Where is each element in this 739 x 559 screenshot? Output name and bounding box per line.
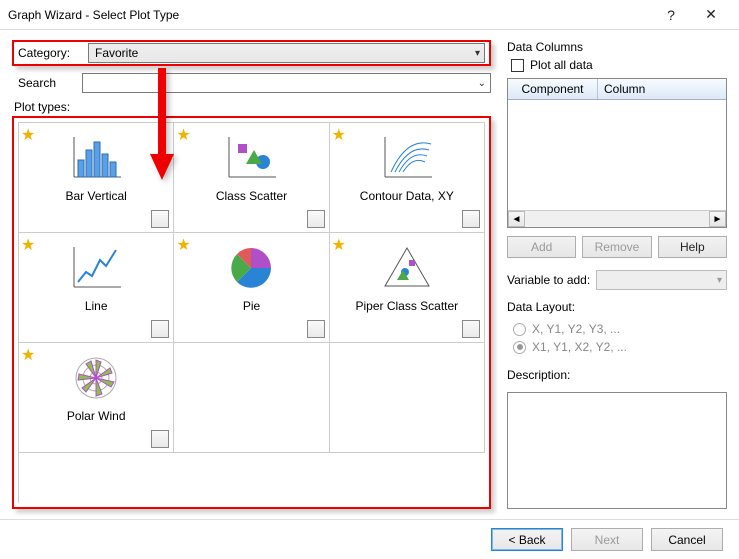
- right-column: Data Columns Plot all data Component Col…: [507, 40, 727, 509]
- plot-label: Piper Class Scatter: [355, 299, 458, 313]
- description-label: Description:: [507, 368, 727, 382]
- favorite-star-icon: ★: [21, 235, 35, 255]
- favorite-star-icon: ★: [176, 235, 190, 255]
- cancel-button[interactable]: Cancel: [651, 528, 723, 551]
- left-column: Category: Favorite ▾ Search ⌄ Plot types…: [12, 40, 491, 509]
- variable-to-add-row: Variable to add: ▾: [507, 270, 727, 290]
- category-value: Favorite: [95, 46, 138, 60]
- search-input[interactable]: ⌄: [82, 73, 491, 93]
- favorite-star-icon: ★: [332, 125, 346, 145]
- plot-select-checkbox[interactable]: [307, 320, 325, 338]
- plot-label: Class Scatter: [216, 189, 287, 203]
- plot-tile-class-scatter[interactable]: ★ Class Scatter: [174, 123, 329, 233]
- radio-y-series-label: X, Y1, Y2, Y3, ...: [532, 322, 620, 336]
- category-row-highlight: Category: Favorite ▾: [12, 40, 491, 66]
- radio-row-2[interactable]: X1, Y1, X2, Y2, ...: [507, 340, 727, 354]
- table-button-row: Add Remove Help: [507, 236, 727, 258]
- contour-icon: [372, 129, 442, 185]
- plot-label: Line: [85, 299, 108, 313]
- plot-tile-piper-class-scatter[interactable]: ★ Piper Class Scatter: [330, 233, 485, 343]
- plot-tile-empty: [174, 343, 329, 453]
- description-textarea[interactable]: [507, 392, 727, 509]
- variable-to-add-label: Variable to add:: [507, 273, 590, 287]
- plot-label: Bar Vertical: [65, 189, 126, 203]
- plot-tile-polar-wind[interactable]: ★ Polar Wind: [19, 343, 174, 453]
- search-row: Search ⌄: [12, 72, 491, 94]
- favorite-star-icon: ★: [21, 125, 35, 145]
- plot-select-checkbox[interactable]: [307, 210, 325, 228]
- line-chart-icon: [61, 239, 131, 295]
- favorite-star-icon: ★: [332, 235, 346, 255]
- search-label: Search: [12, 76, 82, 90]
- favorite-star-icon: ★: [176, 125, 190, 145]
- radio-row-1[interactable]: X, Y1, Y2, Y3, ...: [507, 322, 727, 336]
- table-header: Component Column: [508, 79, 726, 100]
- scroll-left-icon[interactable]: ◄: [508, 211, 525, 227]
- horizontal-scrollbar[interactable]: ◄ ►: [508, 210, 726, 227]
- plot-select-checkbox[interactable]: [151, 210, 169, 228]
- chevron-down-icon: ▾: [717, 275, 722, 286]
- scroll-right-icon[interactable]: ►: [709, 211, 726, 227]
- plot-label: Polar Wind: [67, 409, 126, 423]
- chevron-down-icon: ▾: [475, 48, 480, 59]
- scatter-shapes-icon: [216, 129, 286, 185]
- back-button[interactable]: < Back: [491, 528, 563, 551]
- category-select[interactable]: Favorite ▾: [88, 43, 485, 63]
- bar-chart-icon: [61, 129, 131, 185]
- radio-xy-pairs[interactable]: [513, 341, 526, 354]
- radio-y-series[interactable]: [513, 323, 526, 336]
- polar-wind-icon: [61, 349, 131, 405]
- plot-select-checkbox[interactable]: [462, 210, 480, 228]
- table-body: [508, 100, 726, 210]
- plot-tile-contour-data-xy[interactable]: ★ Contour Data, XY: [330, 123, 485, 233]
- next-button[interactable]: Next: [571, 528, 643, 551]
- category-label: Category:: [18, 46, 88, 60]
- radio-xy-pairs-label: X1, Y1, X2, Y2, ...: [532, 340, 627, 354]
- title-bar: Graph Wizard - Select Plot Type ? ✕: [0, 0, 739, 30]
- scroll-track[interactable]: [525, 211, 709, 227]
- plot-label: Contour Data, XY: [360, 189, 454, 203]
- piper-icon: [372, 239, 442, 295]
- data-layout-label: Data Layout:: [507, 300, 727, 314]
- plot-tile-bar-vertical[interactable]: ★ Bar Vertical: [19, 123, 174, 233]
- plot-all-checkbox[interactable]: [511, 59, 524, 72]
- pie-chart-icon: [216, 239, 286, 295]
- close-titlebar-button[interactable]: ✕: [691, 1, 731, 29]
- variable-to-add-select[interactable]: ▾: [596, 270, 727, 290]
- plot-label: Pie: [243, 299, 260, 313]
- help-titlebar-button[interactable]: ?: [651, 1, 691, 29]
- help-button[interactable]: Help: [658, 236, 727, 258]
- chevron-down-icon: ⌄: [478, 78, 486, 89]
- column-header-column[interactable]: Column: [598, 79, 726, 99]
- remove-button[interactable]: Remove: [582, 236, 651, 258]
- content-area: Category: Favorite ▾ Search ⌄ Plot types…: [0, 30, 739, 519]
- plot-select-checkbox[interactable]: [462, 320, 480, 338]
- plot-select-checkbox[interactable]: [151, 320, 169, 338]
- plot-types-grid: ★ Bar Vertical ★ Class Scatter: [18, 122, 485, 503]
- plot-all-data-row[interactable]: Plot all data: [507, 58, 727, 72]
- add-button[interactable]: Add: [507, 236, 576, 258]
- data-columns-table[interactable]: Component Column ◄ ►: [507, 78, 727, 228]
- window-title: Graph Wizard - Select Plot Type: [8, 8, 651, 22]
- plot-select-checkbox[interactable]: [151, 430, 169, 448]
- plot-all-label: Plot all data: [530, 58, 593, 72]
- column-header-component[interactable]: Component: [508, 79, 598, 99]
- plot-types-label: Plot types:: [12, 100, 491, 114]
- plot-types-grid-highlight: ★ Bar Vertical ★ Class Scatter: [12, 116, 491, 509]
- favorite-star-icon: ★: [21, 345, 35, 365]
- plot-tile-pie[interactable]: ★ Pie: [174, 233, 329, 343]
- plot-tile-line[interactable]: ★ Line: [19, 233, 174, 343]
- wizard-button-bar: < Back Next Cancel: [0, 519, 739, 559]
- plot-tile-empty: [330, 343, 485, 453]
- data-columns-label: Data Columns: [507, 40, 727, 54]
